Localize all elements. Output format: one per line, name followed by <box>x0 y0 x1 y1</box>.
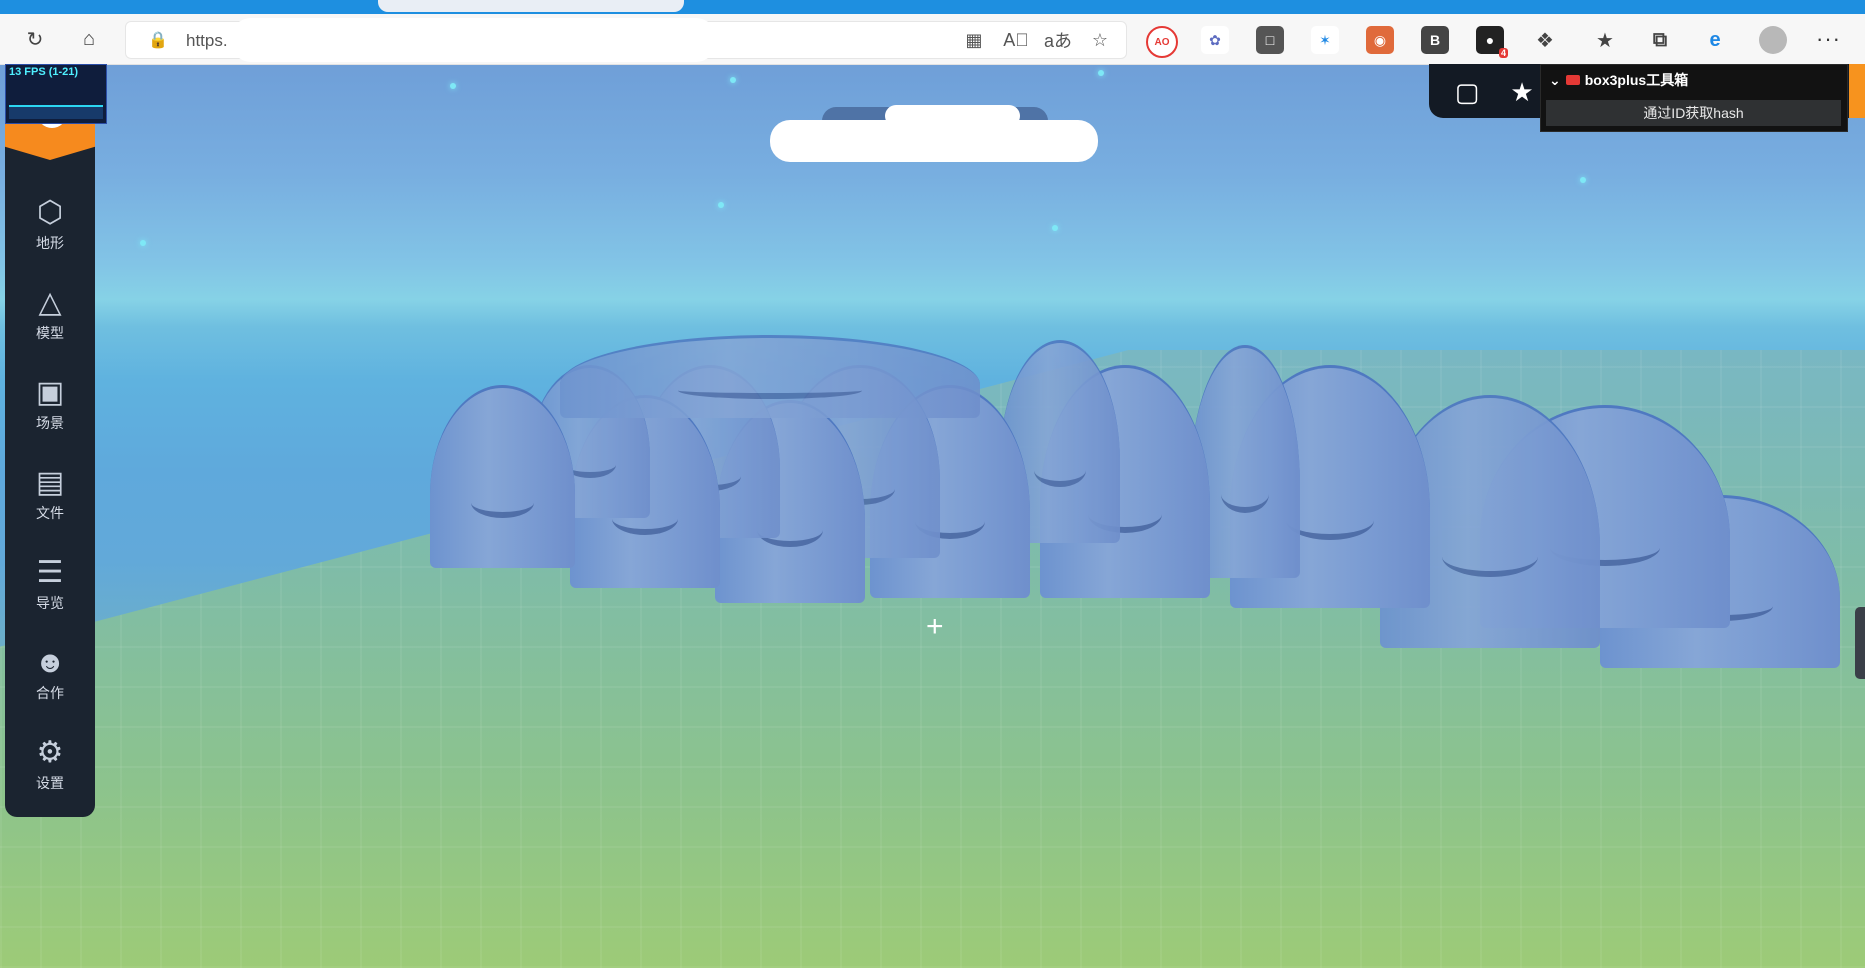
gear-icon: ⚙ <box>36 736 64 769</box>
apps-icon[interactable]: ▦ <box>960 26 988 54</box>
sidebar-item-guide[interactable]: ☰ 导览 <box>5 557 95 629</box>
crosshair-icon: + <box>926 610 944 643</box>
sparkle <box>730 77 736 83</box>
colorful-ext-icon[interactable]: ✶ <box>1311 26 1339 54</box>
tampermonkey-ext-icon[interactable]: ◉ <box>1366 26 1394 54</box>
list-icon: ☰ <box>36 556 64 589</box>
sparkle <box>1098 70 1104 76</box>
name-redaction <box>770 120 1098 162</box>
side-panel-handle[interactable] <box>1855 607 1865 679</box>
address-bar[interactable]: 🔒 https. ▦ A⃣ aあ ☆ <box>125 18 1127 62</box>
sidebar-item-scene[interactable]: ▣ 场景 <box>5 377 95 449</box>
puzzle-ext-icon[interactable]: ❖ <box>1531 26 1559 54</box>
sidebar-item-settings[interactable]: ⚙ 设置 <box>5 737 95 809</box>
get-hash-by-id-button[interactable]: 通过ID获取hash <box>1546 100 1841 126</box>
cube-icon: ⬡ <box>36 196 64 229</box>
sparkle <box>1580 177 1586 183</box>
fps-label: 13 FPS (1-21) <box>9 66 79 78</box>
tree-icon: △ <box>38 286 62 319</box>
panel-accent <box>1849 64 1865 118</box>
tab-strip-fragment <box>378 0 684 12</box>
sidebar-item-files[interactable]: ▤ 文件 <box>5 467 95 539</box>
chevron-down-icon[interactable] <box>45 164 57 171</box>
sparkle <box>1052 225 1058 231</box>
fps-graph <box>9 105 103 119</box>
window-title-bar <box>0 0 1865 14</box>
address-redaction <box>231 18 716 62</box>
chevron-down-icon[interactable]: ⌄ <box>1549 72 1561 89</box>
sidebar-item-label: 文件 <box>36 505 64 521</box>
bug-icon[interactable]: ★ <box>1504 75 1540 109</box>
favorites-icon[interactable]: ★ <box>1591 26 1619 54</box>
folder-icon: ▤ <box>35 466 65 499</box>
browser-toolbar: ↻ ⌂ 🔒 https. ▦ A⃣ aあ ☆ AO ✿ □ ✶ ◉ B ● 4 ❖… <box>0 14 1865 65</box>
editor-sidebar: ⬡ 地形 △ 模型 ▣ 场景 ▤ 文件 ☰ 导览 ☻ 合作 ⚙ 设置 <box>5 64 95 817</box>
sidebar-item-label: 导览 <box>36 595 64 611</box>
chat-icon[interactable]: ▢ <box>1449 75 1485 109</box>
sidebar-item-label: 场景 <box>36 415 64 431</box>
sparkle <box>140 240 146 246</box>
cat-ext-icon[interactable]: ● 4 <box>1476 26 1508 58</box>
box3plus-toolbox: ⌄ box3plus工具箱 通过ID获取hash <box>1540 64 1848 132</box>
sidebar-item-label: 设置 <box>36 775 64 791</box>
sidebar-item-label: 地形 <box>36 235 64 251</box>
home-icon[interactable]: ⌂ <box>76 26 102 52</box>
fps-meter: 13 FPS (1-21) <box>5 64 107 124</box>
sparkle <box>450 83 456 89</box>
image-icon: ▣ <box>35 376 65 409</box>
users-icon: ☻ <box>34 646 66 679</box>
box3plus-header: ⌄ box3plus工具箱 <box>1549 70 1688 90</box>
lock-icon[interactable]: 🔒 <box>148 30 168 50</box>
sidebar-item-label: 合作 <box>36 685 64 701</box>
address-text[interactable]: https. <box>186 31 228 51</box>
more-menu-icon[interactable]: ··· <box>1816 26 1841 52</box>
box3plus-title: box3plus工具箱 <box>1584 72 1689 88</box>
box3-logo-icon <box>1565 75 1580 85</box>
refresh-icon[interactable]: ↻ <box>22 26 48 52</box>
adblock-ext-icon[interactable]: AO <box>1146 26 1178 58</box>
game-viewport[interactable]: + <box>0 65 1865 968</box>
edge-icon[interactable]: e <box>1701 26 1729 54</box>
face-model-row <box>560 335 980 418</box>
read-aloud-icon[interactable]: A⃣ <box>1002 26 1030 54</box>
sidebar-item-collab[interactable]: ☻ 合作 <box>5 647 95 719</box>
sidebar-item-model[interactable]: △ 模型 <box>5 287 95 359</box>
profile-avatar[interactable] <box>1759 26 1787 54</box>
collections-icon[interactable]: ⧉ <box>1646 26 1674 54</box>
add-favorite-icon[interactable]: ☆ <box>1086 26 1114 54</box>
sparkle <box>718 202 724 208</box>
bird-ext-icon[interactable]: ✿ <box>1201 26 1229 54</box>
outlook-ext-icon[interactable]: □ <box>1256 26 1284 54</box>
translate-icon[interactable]: aあ <box>1044 26 1072 54</box>
extension-badge: 4 <box>1498 48 1508 58</box>
b-ext-icon[interactable]: B <box>1421 26 1449 54</box>
sidebar-item-label: 模型 <box>36 325 64 341</box>
sidebar-item-terrain[interactable]: ⬡ 地形 <box>5 197 95 269</box>
